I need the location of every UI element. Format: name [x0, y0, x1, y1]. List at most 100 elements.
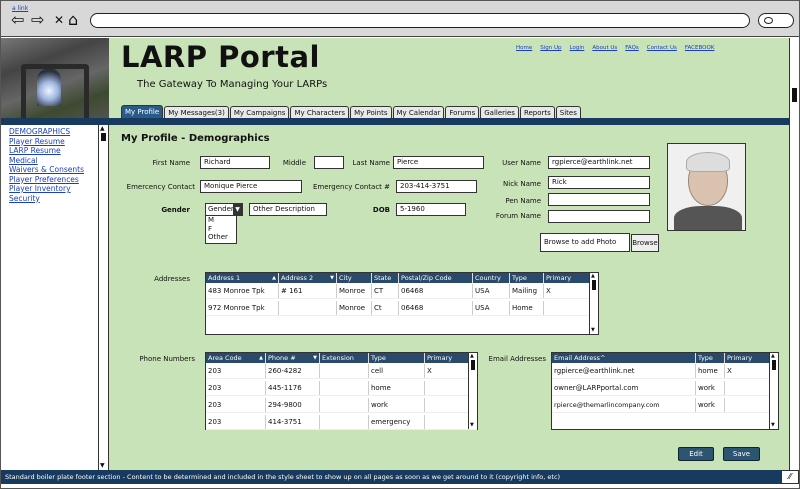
scroll-up-icon[interactable]: ▲	[591, 274, 595, 279]
scroll-thumb[interactable]	[792, 88, 797, 102]
top-link-facebook[interactable]: FACEBOOK	[685, 45, 715, 51]
top-link-contact[interactable]: Contact Us	[647, 45, 677, 51]
scroll-down-icon[interactable]: ▼	[771, 423, 775, 428]
forward-arrow-icon[interactable]: ⇨	[31, 12, 44, 28]
sidebar-item-waivers[interactable]: Waivers & Consents	[9, 165, 84, 175]
cell: work	[696, 398, 725, 412]
scroll-thumb[interactable]	[101, 133, 106, 141]
col-country[interactable]: Country	[473, 273, 510, 283]
scroll-thumb[interactable]	[772, 360, 776, 370]
table-row[interactable]: rgpierce@earthlink.net home X	[552, 364, 778, 379]
sidebar-item-demographics[interactable]: DEMOGRAPHICS	[9, 127, 84, 137]
col-primary[interactable]: Primary	[544, 273, 591, 283]
scroll-down-icon[interactable]: ▼	[470, 423, 474, 428]
table-row[interactable]: 203 414-3751 emergency	[206, 415, 477, 430]
site-subtitle: The Gateway To Managing Your LARPs	[137, 79, 328, 90]
table-row[interactable]: 203 260-4282 cell X	[206, 364, 477, 379]
first-name-label: First Name	[152, 159, 190, 167]
cell: X	[544, 284, 591, 298]
cell: 203	[206, 364, 266, 378]
sidebar-item-medical[interactable]: Medical	[9, 156, 84, 166]
table-row[interactable]: 203 294-9800 work	[206, 398, 477, 413]
table-row[interactable]: 203 445-1176 home	[206, 381, 477, 396]
phones-scrollbar[interactable]: ▲ ▼	[468, 353, 477, 429]
close-icon[interactable]: ✕	[54, 12, 64, 28]
col-postal[interactable]: Postal/Zip Code	[399, 273, 473, 283]
cell: 294-9800	[266, 398, 320, 412]
col-city[interactable]: City	[337, 273, 372, 283]
forum-name-field[interactable]	[548, 210, 650, 223]
col-type[interactable]: Type	[369, 353, 425, 363]
gender-option-m[interactable]: M	[208, 216, 236, 225]
scroll-up-icon[interactable]: ▲	[470, 354, 474, 359]
scroll-thumb[interactable]	[471, 360, 475, 370]
addresses-scrollbar[interactable]: ▲ ▼	[589, 273, 598, 334]
cell: rgpierce@earthlink.net	[552, 364, 696, 378]
gender-option-other[interactable]: Other	[208, 233, 236, 242]
chevron-down-icon[interactable]: ▼	[233, 204, 242, 215]
emergency-contact-field[interactable]: Monique Pierce	[200, 180, 302, 193]
edit-button[interactable]: Edit	[678, 447, 714, 461]
scroll-down-icon[interactable]: ▼	[591, 328, 595, 333]
sidebar-item-inventory[interactable]: Player Inventory	[9, 184, 84, 194]
col-state[interactable]: State	[372, 273, 399, 283]
table-row[interactable]: 483 Monroe Tpk # 161 Monroe CT 06468 USA…	[206, 284, 598, 299]
scroll-up-icon[interactable]: ▲	[100, 126, 105, 132]
nick-name-field[interactable]: Rick	[548, 176, 650, 189]
cell: USA	[473, 284, 510, 298]
col-phone[interactable]: Phone # ▼	[266, 353, 320, 363]
user-name-label: User Name	[502, 159, 541, 167]
user-name-field[interactable]: rgpierce@earthlink.net	[548, 156, 650, 169]
cell	[544, 301, 591, 315]
col-primary[interactable]: Primary	[725, 353, 771, 363]
cell: Home	[510, 301, 544, 315]
top-link-about[interactable]: About Us	[592, 45, 617, 51]
other-description-field[interactable]: Other Description	[249, 203, 327, 216]
top-link-signup[interactable]: Sign Up	[540, 45, 561, 51]
col-address2[interactable]: Address 2 ▼	[279, 273, 337, 283]
sidebar-item-larp-resume[interactable]: LARP Resume	[9, 146, 84, 156]
gender-option-f[interactable]: F	[208, 225, 236, 234]
nick-name-label: Nick Name	[503, 180, 541, 188]
pen-name-field[interactable]	[548, 193, 650, 206]
sidebar-item-security[interactable]: Security	[9, 194, 84, 204]
address-bar[interactable]	[90, 13, 750, 28]
phones-grid: Area Code ▲ Phone # ▼ Extension Type Prima…	[205, 352, 478, 430]
profile-photo	[667, 143, 746, 231]
top-link-faqs[interactable]: FAQs	[625, 45, 639, 51]
top-link-login[interactable]: Login	[570, 45, 585, 51]
table-row[interactable]: rpierce@themarlincompany.com work	[552, 398, 778, 413]
col-type[interactable]: Type	[510, 273, 544, 283]
home-icon[interactable]: ⌂	[68, 12, 78, 28]
sidebar-item-preferences[interactable]: Player Preferences	[9, 175, 84, 185]
table-row[interactable]: 972 Monroe Tpk Monroe Ct 06468 USA Home	[206, 301, 598, 316]
col-primary[interactable]: Primary	[425, 353, 470, 363]
scroll-down-icon[interactable]: ▼	[100, 463, 105, 469]
first-name-field[interactable]: Richard	[200, 156, 270, 169]
search-box[interactable]	[758, 13, 794, 28]
page-scrollbar[interactable]	[789, 38, 799, 470]
back-arrow-icon[interactable]: ⇦	[11, 12, 24, 28]
browse-button[interactable]: Browse	[631, 234, 659, 252]
col-extension[interactable]: Extension	[320, 353, 369, 363]
tab-my-profile[interactable]: My Profile	[121, 105, 164, 119]
col-address1[interactable]: Address 1 ▲	[206, 273, 279, 283]
scroll-thumb[interactable]	[592, 280, 596, 290]
col-email[interactable]: Email Address^	[552, 353, 696, 363]
col-type[interactable]: Type	[696, 353, 725, 363]
cell: 445-1176	[266, 381, 320, 395]
emergency-contact-num-field[interactable]: 203-414-3751	[396, 180, 477, 193]
resize-grip-icon[interactable]: ⁄⁄	[781, 470, 799, 484]
sidebar-scrollbar[interactable]: ▲ ▼	[98, 125, 108, 470]
emails-scrollbar[interactable]: ▲ ▼	[769, 353, 778, 429]
sidebar-item-player-resume[interactable]: Player Resume	[9, 137, 84, 147]
col-area-code[interactable]: Area Code ▲	[206, 353, 266, 363]
dob-field[interactable]: 5-1960	[396, 203, 466, 216]
scroll-up-icon[interactable]: ▲	[771, 354, 775, 359]
save-button[interactable]: Save	[723, 447, 760, 461]
table-row[interactable]: owner@LARPportal.com work	[552, 381, 778, 396]
last-name-field[interactable]: Pierce	[393, 156, 484, 169]
top-link-home[interactable]: Home	[516, 45, 532, 51]
browse-photo-field[interactable]: Browse to add Photo	[540, 233, 630, 252]
middle-field[interactable]	[314, 156, 344, 169]
